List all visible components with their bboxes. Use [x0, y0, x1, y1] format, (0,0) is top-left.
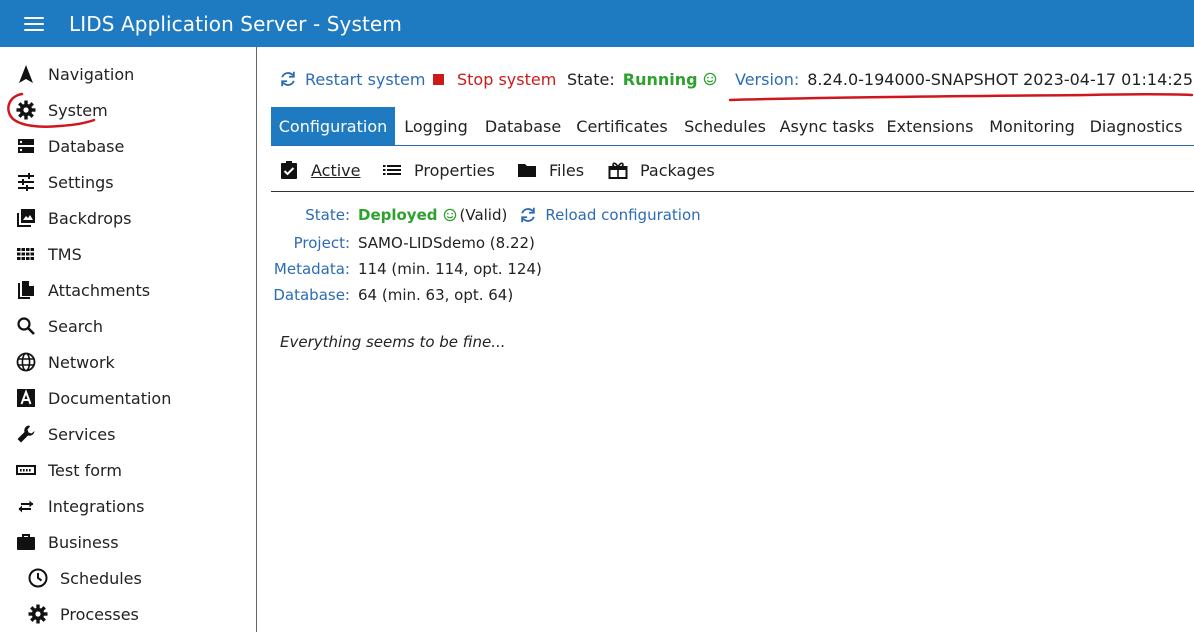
sidebar-item-backdrops[interactable]: Backdrops	[0, 200, 256, 236]
state-value-row: Deployed (Valid) Reload configuration	[358, 206, 701, 224]
version-info: Version: 8.24.0-194000-SNAPSHOT 2023-04-…	[735, 69, 1194, 89]
system-toolbar: Restart system Stop system State: Runnin…	[257, 66, 1194, 92]
sidebar-item-label: Processes	[60, 604, 139, 624]
config-subtabs: Active Properties Files Packages	[271, 153, 1194, 192]
state-running: Running	[622, 69, 698, 89]
sidebar-item-label: Attachments	[48, 280, 151, 300]
main-content: Restart system Stop system State: Runnin…	[257, 47, 1194, 632]
sidebar-item-label: Navigation	[48, 64, 135, 84]
metadata-value: 114 (min. 114, opt. 124)	[358, 260, 542, 278]
sidebar-item-label: Search	[48, 316, 103, 336]
sidebar-item-navigation[interactable]: Navigation	[0, 56, 256, 92]
sidebar-item-processes[interactable]: Processes	[0, 596, 256, 632]
system-state: State: Running	[567, 66, 717, 92]
smiley-icon	[703, 72, 716, 86]
sidebar-item-label: Documentation	[48, 388, 172, 408]
tab-monitoring[interactable]: Monitoring	[981, 107, 1083, 145]
sidebar-item-label: Schedules	[60, 568, 142, 588]
sidebar-item-label: Business	[48, 532, 119, 552]
subtab-properties[interactable]: Properties	[382, 153, 495, 187]
smiley-icon	[443, 208, 456, 222]
project-value: SAMO-LIDSdemo (8.22)	[358, 234, 535, 252]
gear-icon	[27, 603, 49, 625]
annotation-underline	[728, 93, 1194, 102]
state-label: State:	[305, 206, 350, 224]
app-title: LIDS Application Server - System	[69, 11, 402, 36]
sidebar-item-network[interactable]: Network	[0, 344, 256, 380]
sidebar-item-services[interactable]: Services	[0, 416, 256, 452]
reload-configuration-button[interactable]: Reload configuration	[519, 206, 701, 224]
stop-icon	[433, 73, 444, 85]
grid-icon	[15, 243, 37, 265]
sidebar-item-search[interactable]: Search	[0, 308, 256, 344]
sidebar: Navigation System Database Settings Back…	[0, 47, 257, 632]
sidebar-item-label: Database	[48, 136, 125, 156]
project-label: Project:	[293, 234, 350, 252]
menu-icon[interactable]	[24, 16, 44, 31]
tab-database[interactable]: Database	[477, 107, 569, 145]
sidebar-item-schedules[interactable]: Schedules	[0, 560, 256, 596]
search-icon	[15, 315, 37, 337]
main-tabs: Configuration Logging Database Certifica…	[271, 107, 1194, 146]
database-value: 64 (min. 63, opt. 64)	[358, 286, 514, 304]
tab-async-tasks[interactable]: Async tasks	[775, 107, 879, 145]
metadata-label: Metadata:	[273, 260, 350, 278]
gear-icon	[15, 99, 37, 121]
sidebar-item-database[interactable]: Database	[0, 128, 256, 164]
sidebar-item-integrations[interactable]: Integrations	[0, 488, 256, 524]
sidebar-item-label: TMS	[48, 244, 82, 264]
image-stack-icon	[15, 207, 37, 229]
sidebar-item-test-form[interactable]: Test form	[0, 452, 256, 488]
tab-certificates[interactable]: Certificates	[569, 107, 675, 145]
tab-extensions[interactable]: Extensions	[879, 107, 981, 145]
sidebar-item-documentation[interactable]: Documentation	[0, 380, 256, 416]
folder-icon	[518, 164, 536, 177]
subtab-packages[interactable]: Packages	[608, 153, 715, 187]
briefcase-icon	[15, 531, 37, 553]
sidebar-item-label: Integrations	[48, 496, 145, 516]
subtab-active[interactable]: Active	[279, 153, 361, 187]
sidebar-item-label: Settings	[48, 172, 114, 192]
clock-icon	[27, 567, 49, 589]
sidebar-item-label: Services	[48, 424, 116, 444]
refresh-icon	[521, 207, 536, 223]
globe-icon	[15, 351, 37, 373]
form-icon	[15, 459, 37, 481]
tab-configuration[interactable]: Configuration	[271, 107, 395, 145]
state-deployed: Deployed	[358, 206, 438, 224]
sidebar-item-settings[interactable]: Settings	[0, 164, 256, 200]
tab-logging[interactable]: Logging	[395, 107, 477, 145]
sidebar-item-attachments[interactable]: Attachments	[0, 272, 256, 308]
restart-system-button[interactable]: Restart system	[279, 66, 425, 92]
wrench-icon	[15, 423, 37, 445]
sidebar-item-system[interactable]: System	[0, 92, 256, 128]
sidebar-item-tms[interactable]: TMS	[0, 236, 256, 272]
tab-diagnostics[interactable]: Diagnostics	[1083, 107, 1189, 145]
list-icon	[383, 165, 401, 175]
tab-schedules[interactable]: Schedules	[675, 107, 775, 145]
clipboard-check-icon	[281, 161, 297, 179]
sidebar-item-label: System	[48, 100, 108, 120]
package-icon	[608, 162, 628, 179]
sidebar-item-label: Test form	[48, 460, 122, 480]
sliders-icon	[15, 171, 37, 193]
stop-system-button[interactable]: Stop system	[433, 66, 556, 92]
database-icon	[15, 135, 37, 157]
app-header: LIDS Application Server - System	[0, 0, 1194, 47]
sidebar-item-label: Network	[48, 352, 115, 372]
doc-letter-icon	[15, 387, 37, 409]
swap-arrows-icon	[15, 495, 37, 517]
sidebar-item-business[interactable]: Business	[0, 524, 256, 560]
database-label: Database:	[273, 286, 350, 304]
subtab-files[interactable]: Files	[517, 153, 584, 187]
refresh-icon	[281, 71, 295, 87]
navigation-arrow-icon	[15, 63, 37, 85]
attachment-icon	[15, 279, 37, 301]
status-message: Everything seems to be fine...	[280, 333, 506, 351]
sidebar-item-label: Backdrops	[48, 208, 132, 228]
